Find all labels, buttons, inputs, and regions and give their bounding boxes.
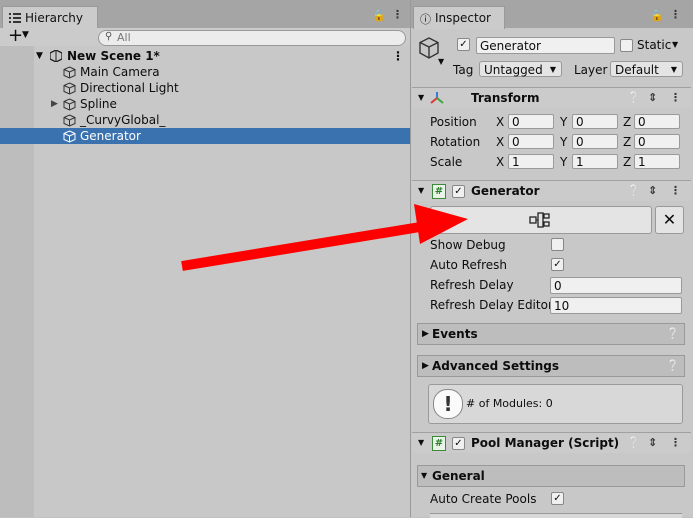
annotation-arrow bbox=[181, 204, 468, 271]
arrow-shaft bbox=[181, 222, 421, 271]
arrow-head-icon bbox=[414, 204, 468, 244]
